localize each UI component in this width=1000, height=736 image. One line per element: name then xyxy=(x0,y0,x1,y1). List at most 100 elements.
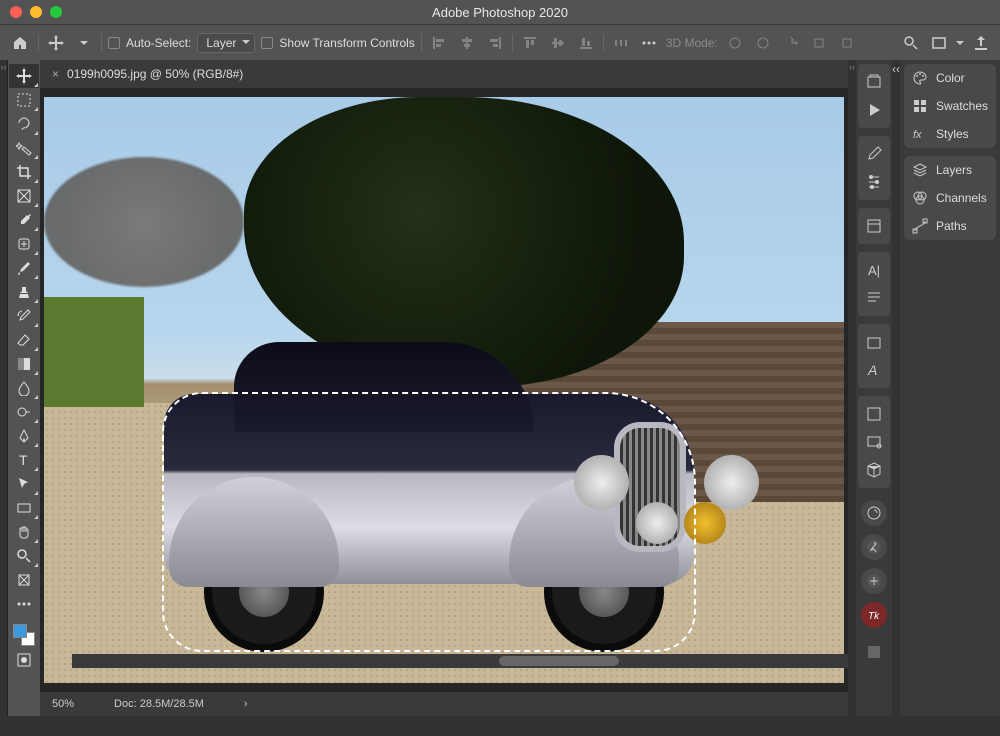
svg-text:fx: fx xyxy=(913,129,922,141)
dodge-tool[interactable] xyxy=(9,400,39,424)
plugin-misc-icon[interactable] xyxy=(858,638,890,666)
plugin-tk-icon[interactable]: Tk xyxy=(861,602,887,628)
crop-tool[interactable] xyxy=(9,160,39,184)
adjustments-panel-icon[interactable] xyxy=(858,168,890,196)
search-icon[interactable] xyxy=(900,32,922,54)
color-swatches[interactable] xyxy=(11,622,37,648)
artboard-tool[interactable] xyxy=(9,568,39,592)
options-bar: Auto-Select: Layer Show Transform Contro… xyxy=(0,24,1000,60)
3d-scale-icon xyxy=(836,32,858,54)
horizontal-scrollbar[interactable] xyxy=(72,654,848,668)
swatches-panel-tab[interactable]: Swatches xyxy=(904,92,996,120)
canvas-image-region xyxy=(44,157,244,287)
channels-panel-tab[interactable]: Channels xyxy=(904,184,996,212)
healing-brush-tool[interactable] xyxy=(9,232,39,256)
home-button[interactable] xyxy=(8,31,32,55)
type-tool[interactable]: T xyxy=(9,448,39,472)
actions-panel-icon[interactable] xyxy=(858,96,890,124)
close-window-button[interactable] xyxy=(10,6,22,18)
move-tool[interactable] xyxy=(9,64,39,88)
divider xyxy=(421,34,422,52)
status-chevron-icon[interactable]: › xyxy=(244,698,248,710)
lasso-tool[interactable] xyxy=(9,112,39,136)
zoom-tool[interactable] xyxy=(9,544,39,568)
paths-panel-tab[interactable]: Paths xyxy=(904,212,996,240)
rectangle-tool[interactable] xyxy=(9,496,39,520)
align-top-edges-icon[interactable] xyxy=(519,32,541,54)
magic-wand-tool[interactable] xyxy=(9,136,39,160)
collapse-handle[interactable]: ›› xyxy=(0,60,8,716)
quick-mask-tool[interactable] xyxy=(9,648,39,672)
svg-text:T: T xyxy=(19,452,28,468)
plugin-panel-2-icon[interactable] xyxy=(861,534,887,560)
tool-preset-dropdown[interactable] xyxy=(73,32,95,54)
align-left-edges-icon[interactable] xyxy=(428,32,450,54)
panel-label: Color xyxy=(936,71,965,85)
collapse-handle-right[interactable]: ‹‹ xyxy=(848,60,856,716)
title-bar: Adobe Photoshop 2020 xyxy=(0,0,1000,24)
collapse-handle-panels[interactable]: ‹‹ xyxy=(892,60,900,716)
show-transform-checkbox[interactable] xyxy=(261,37,273,49)
canvas-image-region xyxy=(704,455,759,510)
frame-tool[interactable] xyxy=(9,184,39,208)
doc-info[interactable]: Doc: 28.5M/28.5M xyxy=(114,698,204,710)
share-icon[interactable] xyxy=(970,32,992,54)
hand-tool[interactable] xyxy=(9,520,39,544)
move-tool-icon[interactable] xyxy=(45,32,67,54)
plugin-panel-1-icon[interactable] xyxy=(861,500,887,526)
character-panel-icon[interactable]: A| xyxy=(858,256,890,284)
path-selection-tool[interactable] xyxy=(9,472,39,496)
3d-panel-icon[interactable] xyxy=(858,456,890,484)
layers-icon xyxy=(912,162,928,178)
document-tab-label: 0199h0095.jpg @ 50% (RGB/8#) xyxy=(67,67,243,81)
plugin-panel-3-icon[interactable] xyxy=(861,568,887,594)
scrollbar-thumb[interactable] xyxy=(499,656,619,666)
history-panel-icon[interactable] xyxy=(858,68,890,96)
chevron-down-icon[interactable] xyxy=(956,39,964,47)
canvas-viewport[interactable] xyxy=(40,88,848,692)
close-tab-icon[interactable]: × xyxy=(52,67,59,81)
brushes-panel-icon[interactable] xyxy=(858,140,890,168)
paragraph-panel-icon[interactable] xyxy=(858,284,890,312)
document-area: × 0199h0095.jpg @ 50% (RGB/8#) xyxy=(40,60,848,716)
more-options-icon[interactable] xyxy=(638,32,660,54)
eraser-tool[interactable] xyxy=(9,328,39,352)
align-bottom-edges-icon[interactable] xyxy=(575,32,597,54)
panel-label: Styles xyxy=(936,127,969,141)
align-right-edges-icon[interactable] xyxy=(484,32,506,54)
window-controls xyxy=(10,6,62,18)
auto-select-checkbox[interactable] xyxy=(108,37,120,49)
edit-toolbar-icon[interactable] xyxy=(9,592,39,616)
auto-select-label: Auto-Select: xyxy=(126,36,191,50)
auto-select-dropdown[interactable]: Layer xyxy=(197,33,255,53)
pen-tool[interactable] xyxy=(9,424,39,448)
align-vertical-centers-icon[interactable] xyxy=(547,32,569,54)
clone-stamp-tool[interactable] xyxy=(9,280,39,304)
align-horizontal-centers-icon[interactable] xyxy=(456,32,478,54)
marching-ants-selection xyxy=(162,392,696,652)
gradient-tool[interactable] xyxy=(9,352,39,376)
navigator-panel-icon[interactable] xyxy=(858,428,890,456)
libraries-panel-icon[interactable] xyxy=(858,212,890,240)
marquee-tool[interactable] xyxy=(9,88,39,112)
minimize-window-button[interactable] xyxy=(30,6,42,18)
screen-mode-icon[interactable] xyxy=(928,32,950,54)
3d-pan-icon xyxy=(780,32,802,54)
styles-panel-tab[interactable]: fx Styles xyxy=(904,120,996,148)
canvas[interactable] xyxy=(44,97,844,683)
zoom-level[interactable]: 50% xyxy=(52,698,74,710)
blur-tool[interactable] xyxy=(9,376,39,400)
eyedropper-tool[interactable] xyxy=(9,208,39,232)
glyphs-panel-icon[interactable]: A xyxy=(858,356,890,384)
maximize-window-button[interactable] xyxy=(50,6,62,18)
divider xyxy=(101,34,102,52)
foreground-color-swatch[interactable] xyxy=(13,624,27,638)
brush-tool[interactable] xyxy=(9,256,39,280)
document-tab[interactable]: × 0199h0095.jpg @ 50% (RGB/8#) xyxy=(40,60,255,88)
layers-panel-tab[interactable]: Layers xyxy=(904,156,996,184)
history-brush-tool[interactable] xyxy=(9,304,39,328)
properties-panel-icon[interactable] xyxy=(858,328,890,356)
color-panel-tab[interactable]: Color xyxy=(904,64,996,92)
distribute-icon[interactable] xyxy=(610,32,632,54)
info-panel-icon[interactable] xyxy=(858,400,890,428)
